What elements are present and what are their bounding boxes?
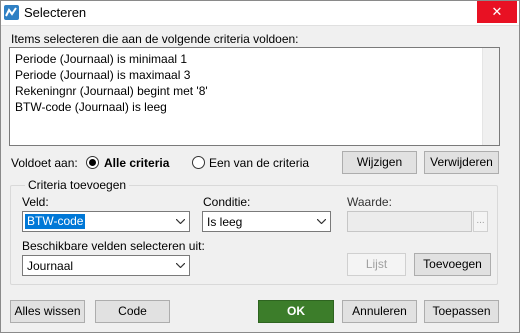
value-browse-button[interactable]: ... <box>473 211 488 232</box>
ok-button[interactable]: OK <box>258 300 334 323</box>
app-logo-icon <box>4 5 19 20</box>
chevron-down-icon[interactable] <box>172 256 189 275</box>
add-criteria-title: Criteria toevoegen <box>25 178 130 192</box>
window-title: Selecteren <box>24 5 87 20</box>
value-input[interactable] <box>347 211 472 232</box>
delete-button[interactable]: Verwijderen <box>424 151 499 174</box>
apply-button[interactable]: Toepassen <box>424 300 499 323</box>
chevron-down-icon[interactable] <box>313 212 330 231</box>
criteria-item[interactable]: Periode (Journaal) is maximaal 3 <box>15 68 190 82</box>
all-criteria-label[interactable]: Alle criteria <box>104 156 169 170</box>
any-criteria-radio[interactable] <box>192 156 205 169</box>
add-button[interactable]: Toevoegen <box>414 253 491 276</box>
chevron-down-icon[interactable] <box>172 212 189 231</box>
condition-label: Conditie: <box>203 195 251 209</box>
criteria-item[interactable]: Rekeningnr (Journaal) begint met '8' <box>15 84 208 98</box>
field-label: Veld: <box>22 195 49 209</box>
list-button[interactable]: Lijst <box>347 253 406 276</box>
any-criteria-label[interactable]: Een van de criteria <box>209 156 309 170</box>
cancel-button[interactable]: Annuleren <box>342 300 417 323</box>
all-criteria-radio[interactable] <box>86 156 99 169</box>
edit-button[interactable]: Wijzigen <box>342 151 417 174</box>
available-fields-value: Journaal <box>27 259 74 273</box>
condition-value: Is leeg <box>207 215 243 229</box>
field-select[interactable]: BTW-code <box>22 211 190 232</box>
criteria-item[interactable]: Periode (Journaal) is minimaal 1 <box>15 52 187 66</box>
available-fields-select[interactable]: Journaal <box>22 255 190 276</box>
clear-all-button[interactable]: Alles wissen <box>10 300 85 323</box>
title-bar: Selecteren ✕ <box>0 0 520 26</box>
available-fields-label: Beschikbare velden selecteren uit: <box>22 239 205 253</box>
field-value: BTW-code <box>25 214 86 229</box>
close-icon: ✕ <box>491 4 503 19</box>
close-button[interactable]: ✕ <box>477 1 517 23</box>
criteria-list[interactable]: Periode (Journaal) is minimaal 1 Periode… <box>9 47 500 146</box>
code-button[interactable]: Code <box>95 300 170 323</box>
match-label: Voldoet aan: <box>11 156 78 170</box>
criteria-scrollbar[interactable] <box>482 48 499 145</box>
criteria-item[interactable]: BTW-code (Journaal) is leeg <box>15 100 167 114</box>
value-label: Waarde: <box>347 195 392 209</box>
condition-select[interactable]: Is leeg <box>202 211 331 232</box>
instructions-label: Items selecteren die aan de volgende cri… <box>11 32 299 46</box>
